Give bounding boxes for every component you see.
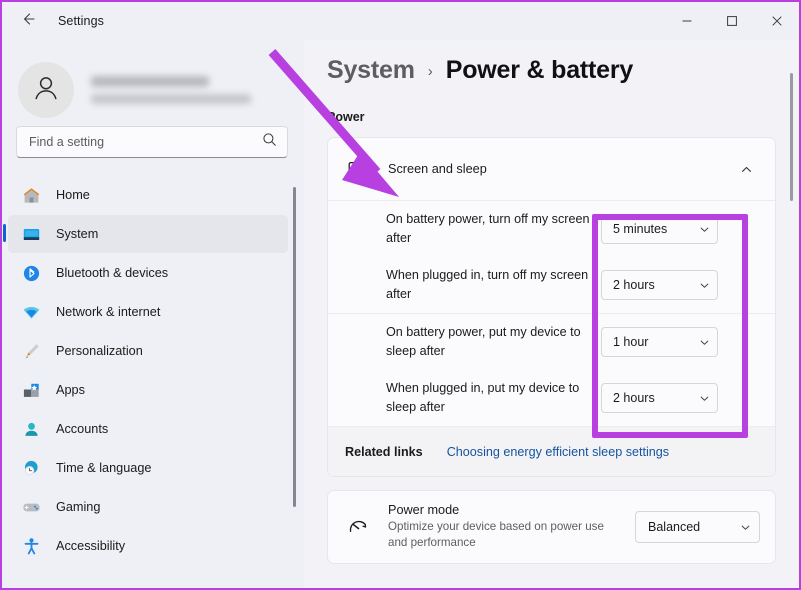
window-title: Settings (58, 14, 104, 28)
screen-and-sleep-title: Screen and sleep (388, 162, 732, 176)
sidebar-item-accessibility[interactable]: Accessibility (8, 527, 288, 565)
sidebar-scrollbar-thumb[interactable] (293, 187, 296, 507)
sidebar-item-label: Bluetooth & devices (56, 266, 168, 280)
search-input[interactable] (29, 135, 262, 149)
home-icon (20, 184, 42, 206)
network-icon (20, 301, 42, 323)
sidebar-item-home[interactable]: Home (8, 176, 288, 214)
power-mode-description: Optimize your device based on power use … (388, 519, 618, 552)
screen-timeout-group: On battery power, turn off my screen aft… (328, 201, 775, 313)
sidebar-item-accounts[interactable]: Accounts (8, 410, 288, 448)
sidebar-item-label: Time & language (56, 461, 151, 475)
search-icon[interactable] (262, 132, 277, 152)
account-text (91, 76, 251, 104)
clock-icon (20, 457, 42, 479)
title-bar: Settings (2, 2, 799, 40)
breadcrumb-separator-icon: › (428, 63, 433, 80)
power-mode-gauge-icon (345, 516, 371, 539)
setting-row-battery-screen-off: On battery power, turn off my screen aft… (328, 201, 775, 257)
apps-icon (20, 379, 42, 401)
combo-value: Balanced (648, 520, 740, 534)
sidebar-item-time-language[interactable]: Time & language (8, 449, 288, 487)
breadcrumb-parent[interactable]: System (327, 56, 415, 85)
chevron-down-icon (699, 224, 710, 235)
account-profile[interactable] (2, 40, 304, 126)
related-links-row: Related links Choosing energy efficient … (328, 426, 775, 476)
breadcrumb: System › Power & battery (327, 56, 799, 85)
account-email-redacted (91, 94, 251, 104)
sidebar: Home System (2, 40, 304, 588)
combo-value: 2 hours (613, 391, 699, 405)
sidebar-item-label: Personalization (56, 344, 143, 358)
screen-and-sleep-body: On battery power, turn off my screen aft… (328, 200, 775, 476)
gamepad-icon (20, 496, 42, 518)
user-avatar-icon (29, 71, 63, 110)
chevron-up-icon[interactable] (732, 155, 760, 183)
sidebar-item-label: Network & internet (56, 305, 160, 319)
combo-power-mode[interactable]: Balanced (635, 511, 760, 543)
setting-row-battery-sleep: On battery power, put my device to sleep… (328, 314, 775, 370)
combo-plugged-screen-off[interactable]: 2 hours (601, 270, 718, 300)
sidebar-item-label: Accounts (56, 422, 108, 436)
related-link-sleep-settings[interactable]: Choosing energy efficient sleep settings (447, 445, 669, 459)
close-button[interactable] (754, 2, 799, 40)
setting-row-plugged-sleep: When plugged in, put my device to sleep … (328, 370, 775, 426)
bluetooth-icon (20, 262, 42, 284)
avatar (18, 62, 74, 118)
combo-plugged-sleep[interactable]: 2 hours (601, 383, 718, 413)
minimize-button[interactable] (664, 2, 709, 40)
sidebar-item-bluetooth-devices[interactable]: Bluetooth & devices (8, 254, 288, 292)
accessibility-icon (20, 535, 42, 557)
combo-value: 5 minutes (613, 222, 699, 236)
sidebar-item-gaming[interactable]: Gaming (8, 488, 288, 526)
window-controls (664, 2, 799, 40)
power-mode-card[interactable]: Power mode Optimize your device based on… (327, 490, 776, 564)
chevron-down-icon (699, 393, 710, 404)
related-links-label: Related links (345, 445, 423, 459)
sidebar-scrollbar[interactable] (293, 187, 296, 526)
setting-row-plugged-screen-off: When plugged in, turn off my screen afte… (328, 257, 775, 313)
sidebar-item-label: Apps (56, 383, 85, 397)
sidebar-nav: Home System (2, 175, 304, 588)
sidebar-item-personalization[interactable]: Personalization (8, 332, 288, 370)
combo-battery-screen-off[interactable]: 5 minutes (601, 214, 718, 244)
power-mode-text: Power mode Optimize your device based on… (388, 503, 635, 552)
content-scrollbar-thumb[interactable] (790, 73, 793, 201)
combo-value: 2 hours (613, 278, 699, 292)
sidebar-item-label: Home (56, 188, 90, 202)
combo-battery-sleep[interactable]: 1 hour (601, 327, 718, 357)
sidebar-item-network-internet[interactable]: Network & internet (8, 293, 288, 331)
screen-sleep-icon (345, 158, 371, 180)
sleep-timeout-group: On battery power, put my device to sleep… (328, 313, 775, 426)
sidebar-item-apps[interactable]: Apps (8, 371, 288, 409)
search-box[interactable] (16, 126, 288, 158)
account-name-redacted (91, 76, 209, 87)
combo-value: 1 hour (613, 335, 699, 349)
back-arrow-icon (20, 11, 36, 32)
sidebar-item-label: System (56, 227, 98, 241)
chevron-down-icon (699, 337, 710, 348)
maximize-button[interactable] (709, 2, 754, 40)
setting-label: When plugged in, turn off my screen afte… (386, 266, 601, 303)
sidebar-item-system[interactable]: System (8, 215, 288, 253)
power-mode-title: Power mode (388, 503, 635, 517)
screen-and-sleep-card: Screen and sleep On battery power, turn … (327, 137, 776, 477)
page-title: Power & battery (446, 56, 633, 85)
main-content: System › Power & battery Power Screen an… (304, 40, 799, 588)
accounts-icon (20, 418, 42, 440)
screen-and-sleep-header[interactable]: Screen and sleep (328, 138, 775, 200)
paintbrush-icon (20, 340, 42, 362)
system-icon (20, 223, 42, 245)
back-button[interactable] (12, 5, 44, 37)
sidebar-item-label: Gaming (56, 500, 100, 514)
section-label-power: Power (327, 110, 799, 124)
settings-window: Settings (2, 2, 799, 588)
setting-label: On battery power, turn off my screen aft… (386, 210, 601, 247)
chevron-down-icon (740, 522, 751, 533)
chevron-down-icon (699, 280, 710, 291)
setting-label: On battery power, put my device to sleep… (386, 323, 601, 360)
window-body: Home System (2, 40, 799, 588)
setting-label: When plugged in, put my device to sleep … (386, 379, 601, 416)
sidebar-item-label: Accessibility (56, 539, 125, 553)
